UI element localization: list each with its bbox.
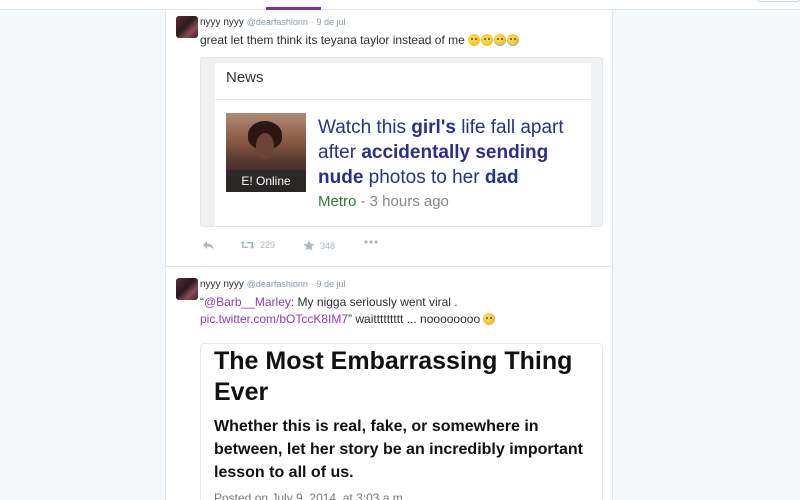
tweet-header: nyyy nyyy @dearfashionn · 9 de jul xyxy=(200,279,345,290)
retweet-button[interactable]: 229 xyxy=(240,240,275,250)
fullname[interactable]: nyyy nyyy xyxy=(200,279,244,290)
headline-part: photos to her xyxy=(363,167,485,188)
source-time: - 3 hours ago xyxy=(356,193,449,210)
avatar[interactable] xyxy=(176,278,198,300)
news-card-content: News E! Online Watch this girl's life fa… xyxy=(215,63,591,226)
reply-button[interactable] xyxy=(202,240,215,250)
tears-of-joy-emoji-icon xyxy=(507,34,520,46)
tweet-actions: 229 348 xyxy=(200,240,400,258)
star-icon xyxy=(303,240,315,251)
article-posted-date: Posted on July 9, 2014, at 3:03 a.m. xyxy=(214,491,407,500)
news-card[interactable]: News E! Online Watch this girl's life fa… xyxy=(200,57,603,227)
weary-face-emoji-icon xyxy=(468,34,481,46)
source-name[interactable]: Metro xyxy=(318,193,356,210)
headline-part: Watch this xyxy=(318,117,412,138)
tears-of-joy-emoji-icon xyxy=(494,34,507,46)
tweet-text: “@Barb__Marley: My nigga seriously went … xyxy=(200,294,600,328)
divider xyxy=(215,99,591,100)
tweet-text-body: : My nigga seriously went viral . xyxy=(290,295,458,309)
username[interactable]: @dearfashionn xyxy=(247,279,308,289)
more-icon xyxy=(364,240,378,244)
timestamp[interactable]: 9 de jul xyxy=(316,279,345,289)
separator: · xyxy=(310,17,314,27)
tweet-text: great let them think its teyana taylor i… xyxy=(200,32,600,49)
headline-part: dad xyxy=(484,167,519,188)
news-source: Metro - 3 hours ago xyxy=(318,193,449,210)
pic-link[interactable]: pic.twitter.com/bOTccK8IM7 xyxy=(200,312,348,326)
retweet-count: 229 xyxy=(260,240,276,250)
avatar[interactable] xyxy=(176,16,198,38)
tweet-text-end: ” waittttttttt ... noooooooo xyxy=(348,312,481,326)
tweet[interactable]: nyyy nyyy @dearfashionn · 9 de jul “@Bar… xyxy=(166,268,612,500)
reply-icon xyxy=(202,240,215,250)
tweet[interactable]: nyyy nyyy @dearfashionn · 9 de jul great… xyxy=(166,10,612,267)
headline-part: girl's xyxy=(411,117,456,138)
thumbnail-face xyxy=(256,133,274,159)
article-card[interactable]: The Most Embarrassing Thing Ever Whether… xyxy=(200,343,603,500)
news-thumbnail[interactable]: E! Online xyxy=(226,113,306,192)
more-button[interactable] xyxy=(364,240,378,244)
tweet-header: nyyy nyyy @dearfashionn · 9 de jul xyxy=(200,17,345,28)
retweet-icon xyxy=(240,240,255,250)
news-section-title: News xyxy=(226,69,264,86)
top-navigation-bar xyxy=(0,0,800,10)
news-headline[interactable]: Watch this girl's life fall apart after … xyxy=(318,115,586,190)
favorite-button[interactable]: 348 xyxy=(303,240,335,251)
favorite-count: 348 xyxy=(320,240,336,251)
tweet-text-body: great let them think its teyana taylor i… xyxy=(200,33,465,47)
article-title: The Most Embarrassing Thing Ever xyxy=(214,347,573,406)
timeline: nyyy nyyy @dearfashionn · 9 de jul great… xyxy=(165,10,613,500)
top-right-button[interactable] xyxy=(757,0,800,2)
mention-link[interactable]: @Barb__Marley xyxy=(204,295,291,309)
article-subtitle: Whether this is real, fake, or somewhere… xyxy=(214,418,583,481)
weary-face-emoji-icon xyxy=(481,34,494,46)
separator: · xyxy=(310,279,314,289)
unamused-face-emoji-icon xyxy=(483,313,496,325)
fullname[interactable]: nyyy nyyy xyxy=(200,17,244,28)
timestamp[interactable]: 9 de jul xyxy=(316,17,345,27)
thumbnail-label: E! Online xyxy=(226,170,306,192)
username[interactable]: @dearfashionn xyxy=(247,17,308,27)
